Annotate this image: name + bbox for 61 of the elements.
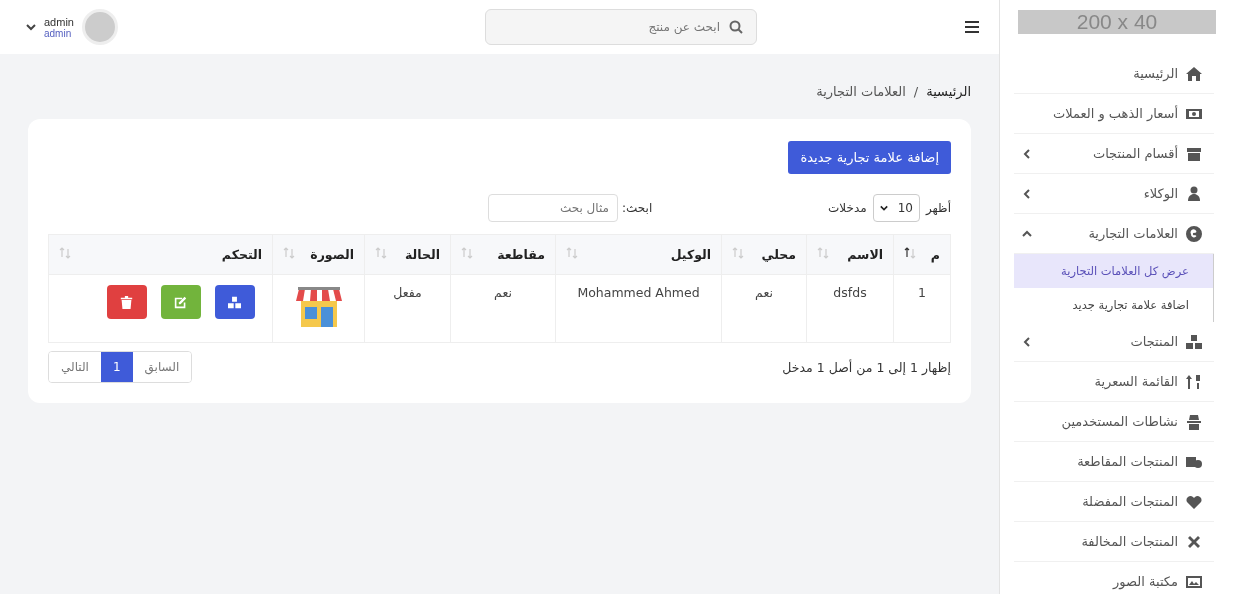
sidebar-item[interactable]: المنتجات المقاطعة: [1014, 442, 1214, 482]
column-header[interactable]: محلي: [721, 234, 807, 275]
table-cell: نعم: [450, 274, 556, 343]
user-icon: [1186, 185, 1202, 202]
sidebar-item[interactable]: أقسام المنتجات: [1014, 134, 1214, 174]
delete-button[interactable]: [106, 285, 147, 319]
image-icon: [1186, 573, 1202, 590]
sort-icon: [1186, 373, 1202, 390]
menu-icon[interactable]: [965, 20, 979, 34]
entries-select[interactable]: 10: [872, 194, 920, 222]
sidebar-item[interactable]: الوكلاء: [1014, 174, 1214, 214]
trash-icon: [120, 295, 133, 309]
breadcrumb-item: العلامات التجارية: [816, 84, 906, 99]
sidebar-item[interactable]: الرئيسية: [1014, 54, 1214, 94]
sidebar-item[interactable]: المنتجات: [1014, 322, 1214, 362]
submenu-item[interactable]: عرض كل العلامات التجارية: [1014, 254, 1214, 288]
sidebar-item[interactable]: المنتجات المخالفة: [1014, 522, 1214, 562]
table-cell: Mohammed Ahmed: [555, 274, 722, 343]
column-header[interactable]: التحكم: [48, 234, 273, 275]
search-field[interactable]: ابحث عن منتج: [485, 9, 757, 45]
boxes-icon: [228, 295, 241, 309]
edit-icon: [174, 295, 187, 309]
column-header[interactable]: الوكيل: [555, 234, 722, 275]
store-icon: [294, 285, 343, 329]
search-icon: [729, 20, 743, 34]
column-header[interactable]: الصورة: [272, 234, 365, 275]
search-label: ابحث:: [622, 201, 653, 215]
table-search-field[interactable]: مثال بحث: [488, 194, 618, 222]
breadcrumb-separator: /: [913, 84, 919, 99]
sidebar-item[interactable]: نشاطات المستخدمين: [1014, 402, 1214, 442]
page-button[interactable]: 1: [100, 352, 133, 382]
boxes-icon: [1186, 333, 1202, 350]
heart-icon: [1186, 493, 1202, 510]
table-cell: dsfds: [806, 274, 894, 343]
column-header[interactable]: مقاطعة: [450, 234, 556, 275]
times-icon: [1186, 533, 1202, 550]
sidebar-item[interactable]: أسعار الذهب و العملات: [1014, 94, 1214, 134]
column-header[interactable]: الحالة: [364, 234, 451, 275]
products-button[interactable]: [214, 285, 255, 319]
logo: 200 x 40: [1018, 10, 1216, 34]
submenu-item[interactable]: اضافة علامة تجارية جديد: [1014, 288, 1214, 322]
show-label: أظهر: [925, 201, 951, 215]
sidebar-item[interactable]: مكتبة الصور: [1014, 562, 1214, 594]
home-icon: [1186, 65, 1202, 82]
user-name: admin: [44, 15, 74, 28]
copyright-icon: [1186, 225, 1202, 242]
box-icon: [1186, 145, 1202, 162]
table-cell: نعم: [721, 274, 807, 343]
add-brand-button[interactable]: إضافة علامة تجارية جديدة: [788, 141, 951, 174]
table-info: إظهار 1 إلى 1 من أصل 1 مدخل: [782, 359, 951, 375]
table-cell: 1: [893, 274, 951, 343]
user-role: admin: [44, 27, 72, 39]
caret-icon[interactable]: [26, 22, 36, 32]
caret-icon: [879, 204, 888, 212]
column-header[interactable]: الاسم: [806, 234, 894, 275]
sidebar-item[interactable]: المنتجات المفضلة: [1014, 482, 1214, 522]
column-header[interactable]: م: [893, 234, 951, 275]
entries-label: مدخلات: [828, 201, 867, 215]
table-cell: مفعل: [364, 274, 451, 343]
sidebar-item[interactable]: القائمة السعرية: [1014, 362, 1214, 402]
breadcrumb-item[interactable]: الرئيسية: [926, 84, 971, 99]
